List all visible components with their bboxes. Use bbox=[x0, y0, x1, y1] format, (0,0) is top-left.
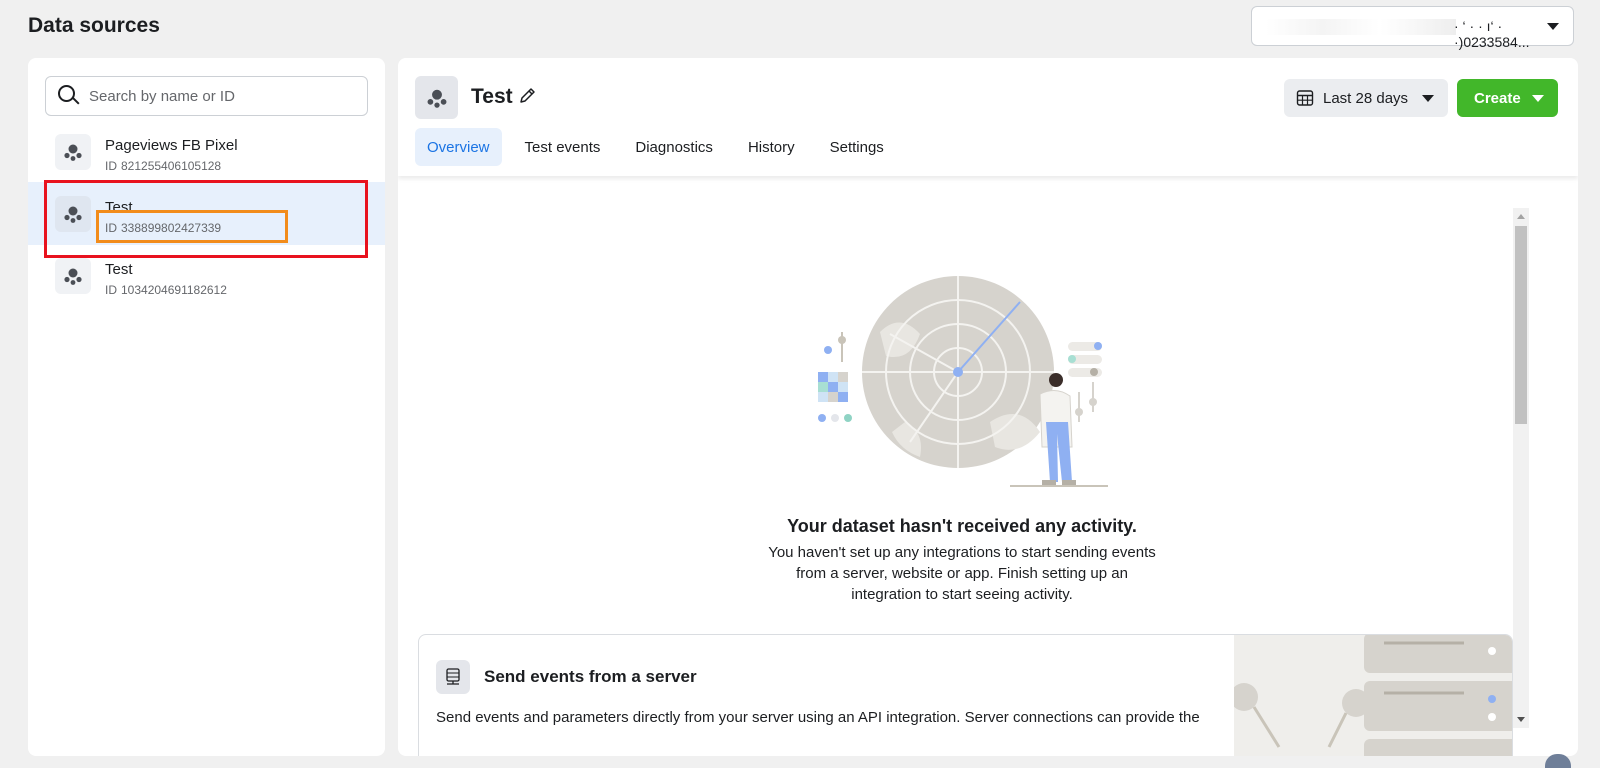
tab-settings[interactable]: Settings bbox=[818, 128, 896, 166]
calendar-icon bbox=[1296, 90, 1314, 106]
dataset-detail-panel: Test Last 28 days Create Overview Test e… bbox=[398, 58, 1578, 756]
data-source-name: Pageviews FB Pixel bbox=[105, 137, 238, 154]
server-illustration bbox=[1234, 635, 1512, 756]
dataset-icon bbox=[55, 134, 91, 170]
dataset-tabs: Overview Test events Diagnostics History… bbox=[415, 128, 907, 166]
search-box[interactable] bbox=[45, 76, 368, 116]
empty-state-body: You haven't set up any integrations to s… bbox=[768, 544, 1156, 603]
dataset-icon bbox=[55, 258, 91, 294]
data-source-name: Test bbox=[105, 261, 133, 278]
search-input[interactable] bbox=[89, 87, 349, 105]
data-source-id: ID 1034204691182612 bbox=[105, 283, 227, 297]
tab-test-events[interactable]: Test events bbox=[513, 128, 613, 166]
server-icon bbox=[436, 660, 470, 694]
data-sources-sidebar: Pageviews FB Pixel ID821255406105128 Tes… bbox=[28, 58, 385, 756]
search-icon bbox=[58, 85, 80, 107]
account-selector[interactable]: · ‘ · · ı‘ · ·)0233584... bbox=[1251, 6, 1574, 50]
globe-icon[interactable] bbox=[1545, 754, 1571, 768]
send-events-from-server-card[interactable]: Send events from a server Send events an… bbox=[418, 634, 1513, 756]
data-source-item-pageviews-fb-pixel[interactable]: Pageviews FB Pixel ID 821255406105128 bbox=[28, 120, 385, 183]
tab-overview[interactable]: Overview bbox=[415, 128, 502, 166]
chevron-down-icon bbox=[1422, 95, 1434, 102]
empty-state-title: Your dataset hasn't received any activit… bbox=[787, 516, 1137, 536]
chevron-down-icon bbox=[1547, 23, 1559, 30]
radar-illustration bbox=[818, 276, 1108, 487]
chevron-down-icon bbox=[1532, 95, 1544, 102]
data-source-id: ID 821255406105128 bbox=[105, 159, 222, 173]
tab-history[interactable]: History bbox=[736, 128, 807, 166]
server-card-title: Send events from a server bbox=[484, 667, 697, 686]
server-card-description: Send events and parameters directly from… bbox=[436, 709, 1200, 726]
overview-content: Your dataset hasn't received any activit… bbox=[398, 176, 1578, 756]
dataset-title: Test bbox=[471, 85, 513, 108]
create-button[interactable]: Create bbox=[1457, 79, 1558, 117]
page-title: Data sources bbox=[28, 14, 160, 37]
id-highlight-orange bbox=[96, 210, 288, 243]
masked-account-name bbox=[1266, 19, 1456, 35]
date-range-label: Last 28 days bbox=[1323, 89, 1409, 107]
date-range-button[interactable]: Last 28 days bbox=[1284, 79, 1448, 117]
create-button-label: Create bbox=[1474, 89, 1521, 107]
dataset-header: Test Last 28 days Create Overview Test e… bbox=[398, 58, 1578, 176]
edit-pencil-icon[interactable] bbox=[516, 85, 538, 107]
tab-diagnostics[interactable]: Diagnostics bbox=[623, 128, 725, 166]
dataset-icon bbox=[415, 76, 458, 119]
